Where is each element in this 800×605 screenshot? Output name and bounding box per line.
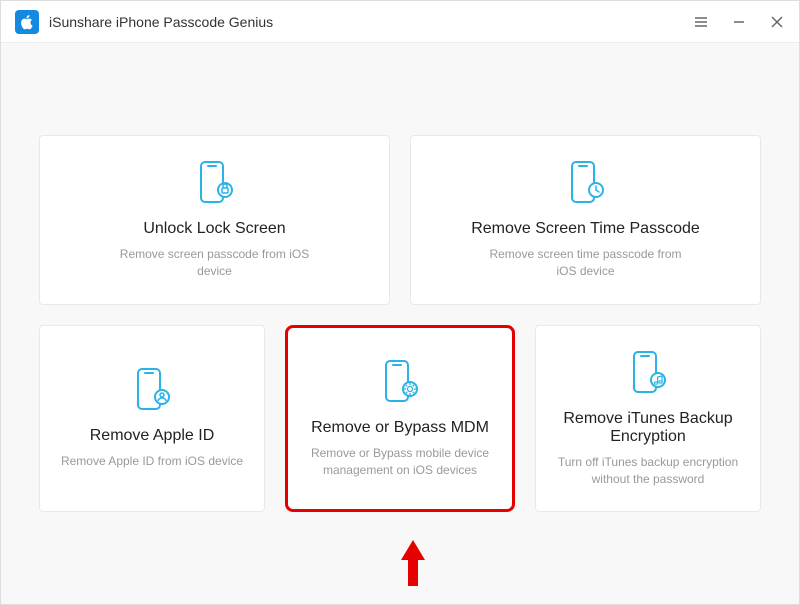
menu-button[interactable] — [693, 14, 709, 30]
card-title: Remove Apple ID — [90, 427, 215, 445]
card-title: Remove or Bypass MDM — [311, 419, 489, 437]
phone-lock-icon — [195, 160, 235, 206]
card-remove-bypass-mdm[interactable]: Remove or Bypass MDM Remove or Bypass mo… — [285, 325, 515, 513]
hamburger-icon — [694, 16, 708, 28]
phone-music-icon — [628, 350, 668, 396]
card-row-top: Unlock Lock Screen Remove screen passcod… — [39, 135, 761, 305]
titlebar: iSunshare iPhone Passcode Genius — [1, 1, 799, 43]
window-controls — [693, 14, 785, 30]
minimize-button[interactable] — [731, 14, 747, 30]
card-desc: Remove screen time passcode from iOS dev… — [481, 246, 691, 280]
close-button[interactable] — [769, 14, 785, 30]
apple-icon — [19, 14, 35, 30]
card-title: Remove Screen Time Passcode — [471, 220, 700, 238]
minimize-icon — [733, 16, 745, 28]
card-title: Remove iTunes Backup Encryption — [552, 410, 744, 446]
phone-gear-icon — [380, 359, 420, 405]
phone-clock-icon — [566, 160, 606, 206]
app-window: iSunshare iPhone Passcode Genius — [0, 0, 800, 605]
card-row-bottom: Remove Apple ID Remove Apple ID from iOS… — [39, 325, 761, 513]
card-title: Unlock Lock Screen — [143, 220, 285, 238]
card-unlock-lock-screen[interactable]: Unlock Lock Screen Remove screen passcod… — [39, 135, 390, 305]
card-remove-screen-time[interactable]: Remove Screen Time Passcode Remove scree… — [410, 135, 761, 305]
card-desc: Remove screen passcode from iOS device — [110, 246, 320, 280]
card-desc: Remove Apple ID from iOS device — [61, 453, 243, 470]
card-desc: Remove or Bypass mobile device managemen… — [304, 445, 496, 479]
card-remove-apple-id[interactable]: Remove Apple ID Remove Apple ID from iOS… — [39, 325, 265, 513]
app-logo-icon — [15, 10, 39, 34]
app-title: iSunshare iPhone Passcode Genius — [49, 14, 693, 30]
phone-user-icon — [132, 367, 172, 413]
card-desc: Turn off iTunes backup encryption withou… — [552, 454, 744, 488]
main-content: Unlock Lock Screen Remove screen passcod… — [1, 43, 799, 604]
card-remove-itunes-backup-encryption[interactable]: Remove iTunes Backup Encryption Turn off… — [535, 325, 761, 513]
close-icon — [771, 16, 783, 28]
